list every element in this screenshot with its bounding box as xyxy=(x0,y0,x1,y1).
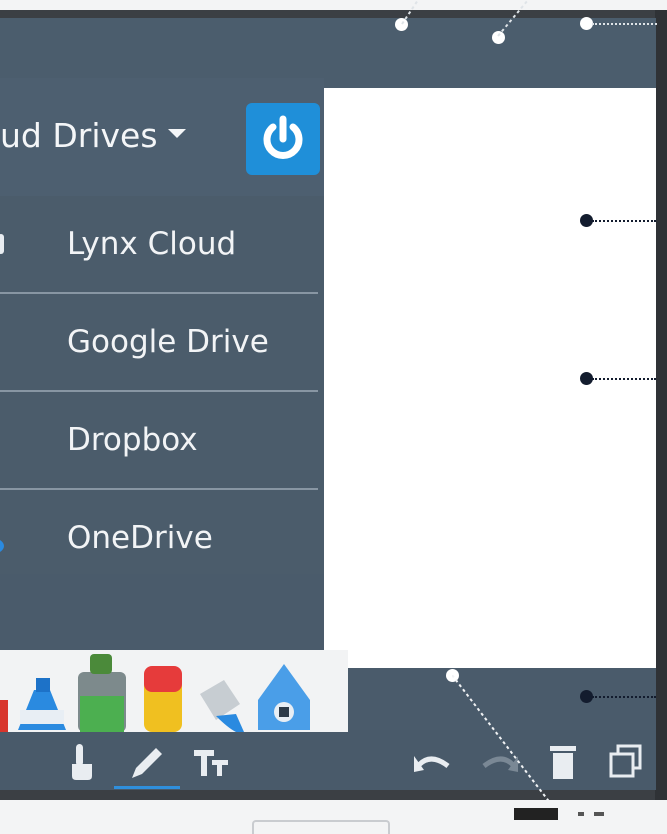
drives-list: Lynx Cloud Google Drive Dropbox OneDrive xyxy=(0,196,324,574)
drive-item-onedrive[interactable]: OneDrive xyxy=(0,490,318,586)
undo-icon[interactable] xyxy=(412,748,454,778)
cloud-drives-dropdown[interactable]: ud Drives xyxy=(0,114,186,158)
sensor-light xyxy=(594,812,604,816)
callout-lines xyxy=(401,0,529,37)
callout-line xyxy=(592,378,656,380)
drive-label: Dropbox xyxy=(67,422,198,458)
caret-down-icon xyxy=(167,129,186,138)
callout-line xyxy=(592,220,656,222)
drive-label: Lynx Cloud xyxy=(67,226,237,262)
drive-item-dropbox[interactable]: Dropbox xyxy=(0,392,318,490)
marker-palette xyxy=(0,650,348,732)
blue-bottle-icon[interactable] xyxy=(18,678,66,730)
drive-label: OneDrive xyxy=(67,520,213,556)
yellow-marker-icon[interactable] xyxy=(144,666,182,732)
callout-line xyxy=(592,696,656,698)
drive-item-lynx-cloud[interactable]: Lynx Cloud xyxy=(0,196,318,294)
touch-hand-icon[interactable] xyxy=(64,742,100,782)
sensor-light xyxy=(578,812,584,816)
callout-line xyxy=(592,23,657,25)
drive-label: Google Drive xyxy=(67,324,269,360)
red-marker-icon[interactable] xyxy=(0,700,8,732)
green-bottle-icon[interactable] xyxy=(78,654,126,732)
power-icon xyxy=(263,115,303,159)
onedrive-icon xyxy=(0,524,10,552)
active-tool-indicator xyxy=(114,786,180,789)
power-button[interactable] xyxy=(246,103,320,175)
ink-pot-icon[interactable] xyxy=(258,664,310,730)
copy-icon[interactable] xyxy=(606,742,646,782)
dropbox-icon xyxy=(0,426,10,454)
text-tool-icon[interactable] xyxy=(194,748,232,778)
cloud-drives-label: ud Drives xyxy=(0,116,158,155)
drive-item-google-drive[interactable]: Google Drive xyxy=(0,294,318,392)
pen-icon[interactable] xyxy=(128,744,166,782)
paint-bucket-icon[interactable] xyxy=(200,680,244,732)
display-bezel-edge xyxy=(655,10,667,800)
lynx-cloud-icon xyxy=(0,230,10,258)
sensor-bar xyxy=(514,808,558,820)
google-drive-icon xyxy=(0,328,10,356)
